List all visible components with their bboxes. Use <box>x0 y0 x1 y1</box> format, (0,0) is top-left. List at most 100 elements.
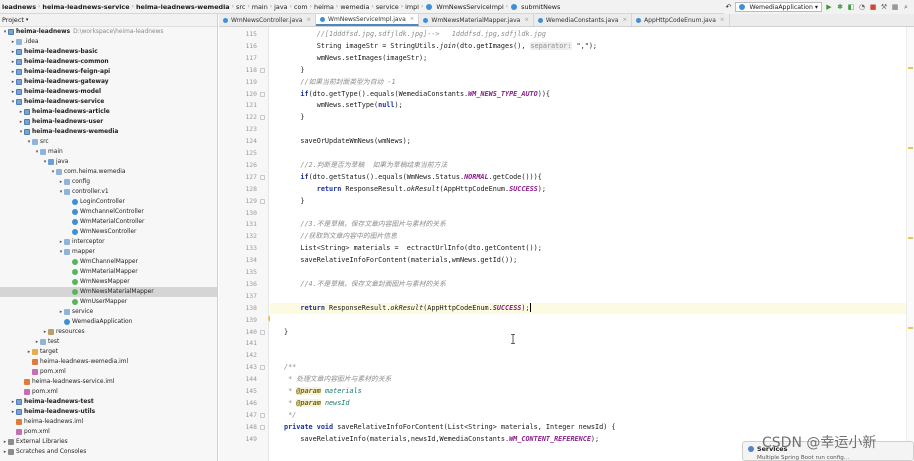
breadcrumb-separator-icon: › <box>505 3 509 10</box>
tree-item[interactable]: ▸ interceptor <box>0 237 217 247</box>
editor-error-stripe[interactable] <box>906 27 914 461</box>
breadcrumb-item[interactable]: heima-leadnews-wemedia <box>134 3 232 11</box>
tree-item-label: WmNewsController <box>80 229 137 235</box>
tree-item[interactable]: ▸ heima-leadnews-model <box>0 87 217 97</box>
breadcrumb-item[interactable]: impl <box>403 3 421 11</box>
tree-item[interactable]: WmchannelController <box>0 207 217 217</box>
editor-tab[interactable]: WemediaConstants.java × <box>534 14 633 26</box>
run-icon[interactable]: ▶ <box>825 3 833 11</box>
run-config-select[interactable]: WemediaApplication ▾ <box>735 2 822 12</box>
warning-mark[interactable] <box>908 147 913 149</box>
project-panel-header[interactable]: Project ▾ <box>0 14 217 27</box>
tree-item[interactable]: ▾ heima-leadnews D:\workspace\heima-leadne… <box>0 27 217 37</box>
tree-item[interactable]: LoginController <box>0 197 217 207</box>
fold-marker-icon[interactable] <box>260 174 265 180</box>
tree-item[interactable]: ▸ service <box>0 307 217 317</box>
tree-item[interactable]: ▸ test <box>0 337 217 347</box>
tree-item[interactable]: heima-leadnews-service.iml <box>0 377 217 387</box>
breadcrumb-item[interactable]: com <box>292 3 310 11</box>
breadcrumb-item[interactable]: java <box>272 3 289 11</box>
tree-item[interactable]: ▸ Scratches and Consoles <box>0 447 217 457</box>
profile-icon[interactable]: ◔ <box>858 3 866 11</box>
tree-item[interactable]: ▾ controller.v1 <box>0 187 217 197</box>
line-number: 147 <box>245 410 257 419</box>
tree-item[interactable]: ▾ com.heima.wemedia <box>0 167 217 177</box>
breadcrumb-item[interactable]: src <box>234 3 247 11</box>
fold-marker-icon[interactable] <box>260 365 265 371</box>
breadcrumb-item[interactable]: wemedia <box>338 3 371 11</box>
tree-item[interactable]: ▸ External Libraries <box>0 437 217 447</box>
tree-item[interactable]: pom.xml <box>0 367 217 377</box>
breadcrumb-item[interactable]: heima-leadnews-service <box>40 3 131 11</box>
tree-item[interactable]: ▸ target <box>0 347 217 357</box>
tree-item[interactable]: ▸ heima-leadnews-test <box>0 397 217 407</box>
close-icon[interactable]: × <box>720 17 725 23</box>
tree-item[interactable]: ▸ heima-leadnews-basic <box>0 47 217 57</box>
tree-item[interactable]: WemediaApplication <box>0 317 217 327</box>
fold-marker-icon[interactable] <box>260 329 265 335</box>
tree-item[interactable]: ▸ resources <box>0 327 217 337</box>
tree-item[interactable]: ▾ src <box>0 137 217 147</box>
fold-marker-icon[interactable] <box>260 424 265 430</box>
tree-item-label: src <box>40 139 49 145</box>
tree-item[interactable]: WmMaterialMapper <box>0 267 217 277</box>
tree-item[interactable]: ▾ main <box>0 147 217 157</box>
warning-mark[interactable] <box>908 237 913 239</box>
coverage-icon[interactable]: ◧ <box>847 3 855 11</box>
stop-icon[interactable]: ■ <box>869 3 877 11</box>
tree-item[interactable]: ▾ heima-leadnews-wemedia <box>0 127 217 137</box>
code-editor[interactable]: //[1dddfsd.jpg,sdfjldk.jpg]--> 1dddfsd.j… <box>270 27 914 461</box>
tree-item[interactable]: ▸ heima-leadnews-gateway <box>0 77 217 87</box>
build-icon[interactable]: ⚒ <box>880 3 888 11</box>
tree-item[interactable]: ▸ heima-leadnews-utils <box>0 407 217 417</box>
fold-marker-icon[interactable] <box>260 91 265 97</box>
fold-marker-icon[interactable] <box>260 412 265 418</box>
close-icon[interactable]: × <box>410 16 415 22</box>
close-icon[interactable]: × <box>306 17 311 23</box>
breadcrumb-item[interactable]: submitNews <box>519 3 562 11</box>
tree-item[interactable]: ▸ heima-leadnews-feign-api <box>0 67 217 77</box>
line-number: 121 <box>245 101 257 110</box>
tree-item[interactable]: ▾ mapper <box>0 247 217 257</box>
tree-item[interactable]: heima-leadnews-wemedia.iml <box>0 357 217 367</box>
fold-marker-icon[interactable] <box>260 198 265 204</box>
tree-item[interactable]: ▾ java <box>0 157 217 167</box>
tree-item[interactable]: WmChannelMapper <box>0 257 217 267</box>
warning-mark[interactable] <box>908 67 913 69</box>
tree-item[interactable]: WmNewsController <box>0 227 217 237</box>
tree-item[interactable]: ▸ .idea <box>0 37 217 47</box>
fold-marker-icon[interactable] <box>260 115 265 121</box>
tree-item[interactable]: ▸ heima-leadnews-user <box>0 117 217 127</box>
code-token: saveRelativeInfoForContent(List<String> … <box>333 422 616 431</box>
debug-icon[interactable]: ✱ <box>836 3 844 11</box>
back-arrow-icon[interactable]: ↶ <box>724 3 732 11</box>
tree-item[interactable]: heima-leadnews.iml <box>0 417 217 427</box>
close-icon[interactable]: × <box>524 17 529 23</box>
close-icon[interactable]: × <box>622 17 627 23</box>
tree-item[interactable]: WmNewsMaterialMapper <box>0 287 217 297</box>
tree-item[interactable]: WmNewsMapper <box>0 277 217 287</box>
tree-item[interactable]: ▸ config <box>0 177 217 187</box>
editor-tab[interactable]: WmNewsMaterialMapper.java × <box>419 14 534 26</box>
editor-tab[interactable]: AppHttpCodeEnum.java × <box>632 14 730 26</box>
warning-mark[interactable] <box>908 327 913 329</box>
tree-item[interactable]: pom.xml <box>0 387 217 397</box>
project-structure-icon[interactable]: ▦ <box>891 3 899 11</box>
editor-tab[interactable]: WmNewsServiceImpl.java × <box>316 14 420 26</box>
tree-item[interactable]: WmUserMapper <box>0 297 217 307</box>
tree-item[interactable]: ▾ heima-leadnews-service <box>0 97 217 107</box>
editor-tab[interactable]: WmNewsController.java × <box>219 14 317 26</box>
breadcrumb-item[interactable]: leadnews <box>0 3 38 11</box>
breadcrumb-item[interactable]: WmNewsServiceImpl <box>434 3 505 11</box>
tree-item[interactable]: ▸ heima-leadnews-article <box>0 107 217 117</box>
tree-item[interactable]: ▸ heima-leadnews-common <box>0 57 217 67</box>
tree-item[interactable]: WmMaterialController <box>0 217 217 227</box>
breadcrumb-item[interactable]: main <box>250 3 270 11</box>
breadcrumb-item[interactable]: service <box>374 3 401 11</box>
fold-marker-icon[interactable] <box>260 67 265 73</box>
tree-item[interactable]: pom.xml <box>0 427 217 437</box>
breadcrumb-item[interactable]: heima <box>312 3 336 11</box>
search-everywhere-icon[interactable]: ⌕ <box>902 3 910 11</box>
